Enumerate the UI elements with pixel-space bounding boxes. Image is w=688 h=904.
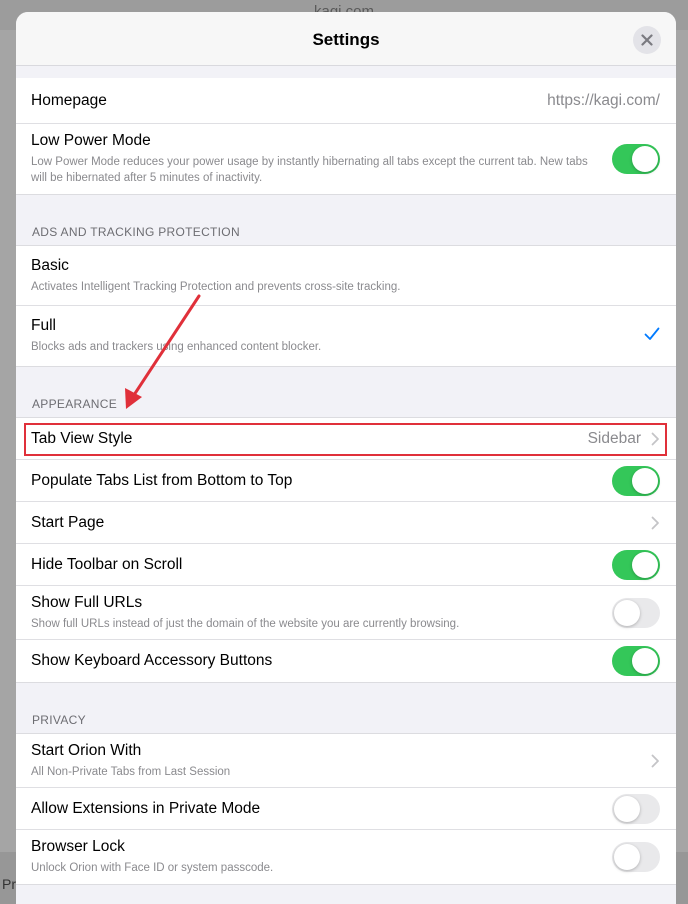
start-page-label: Start Page bbox=[31, 513, 105, 531]
start-orion-with-label: Start Orion With bbox=[31, 741, 142, 759]
modal-header: Settings bbox=[16, 12, 676, 66]
low-power-row: Low Power Mode Low Power Mode reduces yo… bbox=[16, 124, 676, 194]
hide-toolbar-row: Hide Toolbar on Scroll bbox=[16, 544, 676, 586]
show-full-urls-description: Show full URLs instead of just the domai… bbox=[31, 617, 460, 630]
start-orion-with-value: All Non-Private Tabs from Last Session bbox=[31, 765, 231, 778]
ads-full-description: Blocks ads and trackers using enhanced c… bbox=[31, 341, 322, 353]
extensions-private-toggle[interactable] bbox=[612, 793, 660, 824]
browser-lock-label: Browser Lock bbox=[31, 838, 125, 855]
chevron-right-icon bbox=[651, 432, 659, 445]
ads-basic-row[interactable]: Basic Activates Intelligent Tracking Pro… bbox=[16, 246, 676, 306]
hide-toolbar-toggle[interactable] bbox=[612, 549, 660, 580]
privacy-group: Start Orion With All Non-Private Tabs fr… bbox=[16, 733, 676, 885]
show-full-urls-toggle[interactable] bbox=[612, 597, 660, 628]
populate-tabs-toggle[interactable] bbox=[612, 465, 660, 496]
ads-basic-description: Activates Intelligent Tracking Protectio… bbox=[31, 280, 401, 293]
browser-lock-toggle[interactable] bbox=[612, 842, 660, 872]
low-power-label: Low Power Mode bbox=[31, 132, 151, 149]
populate-tabs-label: Populate Tabs List from Bottom to Top bbox=[31, 471, 293, 489]
ads-full-label: Full bbox=[31, 317, 56, 334]
privacy-section-header: PRIVACY bbox=[32, 713, 86, 727]
start-page-row[interactable]: Start Page bbox=[16, 502, 676, 544]
tab-view-style-value: Sidebar bbox=[587, 429, 641, 447]
background-bottom-text: Pr bbox=[2, 876, 16, 892]
low-power-toggle[interactable] bbox=[612, 144, 660, 174]
settings-list[interactable]: Homepage https://kagi.com/ Low Power Mod… bbox=[16, 66, 676, 904]
ads-section-header: ADS AND TRACKING PROTECTION bbox=[32, 225, 240, 239]
keyboard-accessory-label: Show Keyboard Accessory Buttons bbox=[31, 652, 273, 669]
homepage-value: https://kagi.com/ bbox=[547, 91, 660, 109]
show-full-urls-label: Show Full URLs bbox=[31, 593, 143, 611]
appearance-section-header: APPEARANCE bbox=[32, 397, 118, 411]
homepage-row[interactable]: Homepage https://kagi.com/ bbox=[16, 78, 676, 124]
appearance-group: Tab View Style Sidebar Populate Tabs Lis… bbox=[16, 417, 676, 683]
chevron-right-icon bbox=[651, 516, 659, 529]
tab-view-style-row[interactable]: Tab View Style Sidebar bbox=[16, 418, 676, 460]
checkmark-icon bbox=[644, 327, 660, 346]
low-power-description: Low Power Mode reduces your power usage … bbox=[31, 156, 588, 184]
ads-full-row[interactable]: Full Blocks ads and trackers using enhan… bbox=[16, 306, 676, 366]
extensions-private-label: Allow Extensions in Private Mode bbox=[31, 799, 261, 817]
hide-toolbar-label: Hide Toolbar on Scroll bbox=[31, 555, 183, 573]
tab-view-style-label: Tab View Style bbox=[31, 429, 133, 447]
close-icon bbox=[641, 34, 653, 46]
homepage-label: Homepage bbox=[31, 91, 107, 109]
populate-tabs-row: Populate Tabs List from Bottom to Top bbox=[16, 460, 676, 502]
close-button[interactable] bbox=[633, 26, 661, 54]
chevron-right-icon bbox=[651, 754, 659, 767]
keyboard-accessory-row: Show Keyboard Accessory Buttons bbox=[16, 640, 676, 682]
modal-title: Settings bbox=[312, 30, 380, 49]
browser-lock-description: Unlock Orion with Face ID or system pass… bbox=[31, 862, 274, 874]
ads-group: Basic Activates Intelligent Tracking Pro… bbox=[16, 245, 676, 367]
show-full-urls-row: Show Full URLs Show full URLs instead of… bbox=[16, 586, 676, 640]
extensions-private-row: Allow Extensions in Private Mode bbox=[16, 788, 676, 830]
keyboard-accessory-toggle[interactable] bbox=[612, 646, 660, 676]
ads-basic-label: Basic bbox=[31, 256, 69, 274]
start-orion-with-row[interactable]: Start Orion With All Non-Private Tabs fr… bbox=[16, 734, 676, 788]
browser-lock-row: Browser Lock Unlock Orion with Face ID o… bbox=[16, 830, 676, 884]
general-group: Homepage https://kagi.com/ Low Power Mod… bbox=[16, 78, 676, 195]
settings-modal: Settings Homepage https://kagi.com/ Low … bbox=[16, 12, 676, 904]
